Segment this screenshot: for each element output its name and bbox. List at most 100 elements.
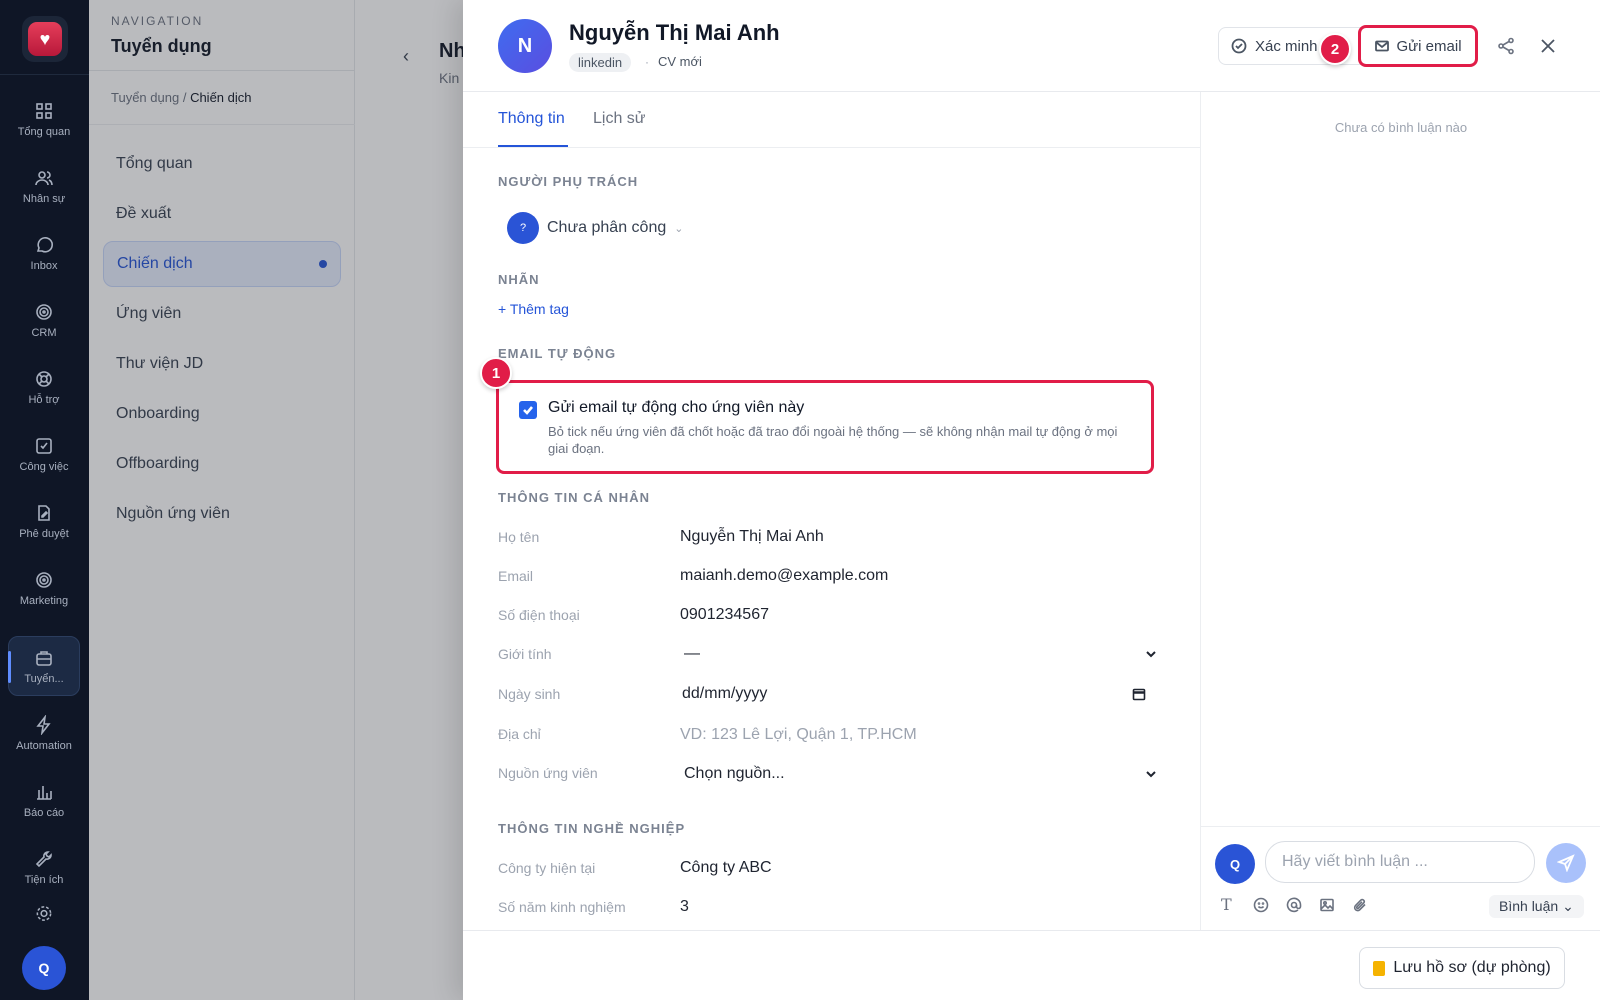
rail-item-bao-cao[interactable]: Báo cáo	[8, 770, 80, 830]
target-icon	[36, 303, 52, 320]
save-profile-button[interactable]: Lưu hồ sơ (dự phòng)	[1359, 947, 1565, 989]
cv-status: CV mới	[658, 54, 702, 69]
rail-item-label: Tuyển...	[24, 672, 64, 685]
auto-email-checkbox[interactable]	[519, 401, 537, 419]
comment-composer: Q T Bình luận ⌄	[1201, 826, 1600, 930]
unassigned-avatar: ?	[507, 212, 539, 244]
drawer-footer: Lưu hồ sơ (dự phòng)	[463, 930, 1600, 1000]
send-comment-button[interactable]	[1546, 843, 1586, 883]
rail-item-crm[interactable]: CRM	[8, 290, 80, 350]
attachment-icon[interactable]	[1352, 897, 1370, 915]
share-icon[interactable]	[1496, 36, 1516, 56]
step-marker-1: 1	[480, 357, 512, 389]
field-label-dob: Ngày sinh	[498, 686, 561, 702]
tab-lich-su[interactable]: Lịch sử	[593, 110, 646, 128]
document-icon	[1373, 960, 1386, 976]
mail-icon	[1375, 40, 1390, 52]
bolt-icon	[36, 714, 51, 735]
section-title-career: THÔNG TIN NGHỀ NGHIỆP	[498, 821, 686, 836]
rail-item-label: Automation	[16, 739, 72, 752]
drawer-tabs: Thông tin Lịch sử	[463, 92, 1200, 148]
emoji-icon[interactable]	[1253, 897, 1271, 915]
field-label-email: Email	[498, 568, 534, 584]
rail-item-inbox[interactable]: Inbox	[8, 223, 80, 283]
email-field[interactable]: maianh.demo@example.com	[680, 567, 888, 585]
users-icon	[35, 170, 53, 185]
name-field[interactable]: Nguyễn Thị Mai Anh	[680, 528, 824, 546]
field-label-address: Địa chỉ	[498, 726, 541, 742]
source-select[interactable]: Chọn nguồn...	[680, 765, 1158, 783]
chevron-down-icon	[1146, 651, 1156, 658]
tab-thong-tin[interactable]: Thông tin	[498, 110, 565, 128]
rail-item-label: Hỗ trợ	[28, 393, 60, 406]
image-icon-svg	[1320, 898, 1334, 912]
info-content[interactable]: NGƯỜI PHỤ TRÁCH ? Chưa phân công ⌄ NHÃN …	[463, 148, 1200, 930]
section-title-auto-email: EMAIL TỰ ĐỘNG	[498, 346, 617, 361]
owner-select[interactable]: ? Chưa phân công ⌄	[507, 212, 683, 244]
rail-item-label: CRM	[31, 326, 57, 339]
rail-item-label: Tổng quan	[17, 125, 71, 138]
field-label-gender: Giới tính	[498, 646, 552, 662]
field-label-company: Công ty hiện tại	[498, 860, 596, 876]
meta-separator: ·	[645, 55, 649, 69]
add-tag-button[interactable]: + Thêm tag	[498, 301, 569, 317]
auto-email-description: Bỏ tick nếu ứng viên đã chốt hoặc đã tra…	[548, 424, 1118, 456]
grid-icon	[36, 102, 52, 119]
chevron-down-icon: ⌄	[1562, 898, 1574, 914]
dob-field[interactable]: dd/mm/yyyy	[680, 685, 1146, 703]
doc-edit-icon	[38, 504, 50, 521]
comment-input[interactable]	[1265, 841, 1535, 883]
field-label-phone: Số điện thoại	[498, 607, 580, 623]
rail-item-tien-ich[interactable]: Tiện ích	[8, 837, 80, 897]
candidate-avatar: N	[498, 19, 552, 73]
app-rail: ♥ Tổng quan Nhân sự Inbox CRM Hỗ trợ Côn…	[0, 0, 89, 1000]
close-icon[interactable]	[1538, 36, 1558, 56]
step-marker-2: 2	[1319, 33, 1351, 65]
years-field[interactable]: 3	[680, 898, 689, 916]
gender-select[interactable]: —	[680, 645, 1158, 663]
send-email-button[interactable]: Gửi email	[1358, 25, 1478, 67]
rail-item-marketing[interactable]: Marketing	[8, 558, 80, 618]
rail-item-cong-viec[interactable]: Công việc	[8, 424, 80, 484]
rail-item-phe-duyet[interactable]: Phê duyệt	[8, 491, 80, 551]
field-label-name: Họ tên	[498, 529, 540, 545]
chat-icon	[36, 236, 53, 253]
dob-value: dd/mm/yyyy	[682, 685, 768, 702]
rail-item-nhan-su[interactable]: Nhân sự	[8, 156, 80, 216]
mention-icon[interactable]	[1286, 897, 1304, 915]
phone-field[interactable]: 0901234567	[680, 606, 769, 624]
comment-mode-select[interactable]: Bình luận ⌄	[1489, 895, 1584, 918]
rail-item-label: Nhân sự	[22, 192, 66, 205]
bar-chart-icon	[37, 785, 52, 800]
commenter-avatar: Q	[1215, 844, 1255, 884]
field-label-source: Nguồn ứng viên	[498, 765, 598, 781]
rail-item-automation[interactable]: Automation	[8, 703, 80, 763]
send-email-label: Gửi email	[1396, 37, 1462, 55]
modal-overlay[interactable]	[89, 0, 465, 1000]
text-format-icon[interactable]: T	[1221, 897, 1239, 915]
auto-email-box: Gửi email tự động cho ứng viên này Bỏ ti…	[496, 380, 1154, 474]
drawer-header: N Nguyễn Thị Mai Anh linkedin · CV mới X…	[463, 0, 1600, 92]
app-logo[interactable]: ♥	[22, 16, 68, 62]
field-label-years: Số năm kinh nghiệm	[498, 899, 626, 915]
section-title-owner: NGƯỜI PHỤ TRÁCH	[498, 174, 639, 189]
send-icon	[1557, 854, 1575, 872]
calendar-icon[interactable]	[1132, 687, 1146, 701]
rail-item-label: Báo cáo	[23, 806, 65, 819]
comments-panel: Chưa có bình luận nào Q T Bình luận ⌄	[1200, 92, 1600, 930]
company-field[interactable]: Công ty ABC	[680, 859, 772, 877]
rail-item-tuyen-dung[interactable]: Tuyển...	[8, 636, 80, 696]
checkbox-icon	[36, 437, 52, 454]
rail-item-label: Inbox	[30, 259, 58, 272]
auto-email-label[interactable]: Gửi email tự động cho ứng viên này	[548, 399, 804, 417]
image-icon[interactable]	[1319, 897, 1337, 915]
source-badge: linkedin	[569, 53, 632, 72]
address-field[interactable]: VD: 123 Lê Lợi, Quận 1, TP.HCM	[680, 726, 917, 744]
rail-item-ho-tro[interactable]: Hỗ trợ	[8, 357, 80, 417]
check-circle-icon	[1231, 38, 1247, 54]
owner-value: Chưa phân công	[547, 219, 667, 236]
user-avatar[interactable]: Q	[22, 946, 66, 990]
rail-item-tong-quan[interactable]: Tổng quan	[8, 89, 80, 149]
rail-item-label: Công việc	[19, 460, 69, 473]
rail-item-settings[interactable]	[8, 904, 80, 928]
